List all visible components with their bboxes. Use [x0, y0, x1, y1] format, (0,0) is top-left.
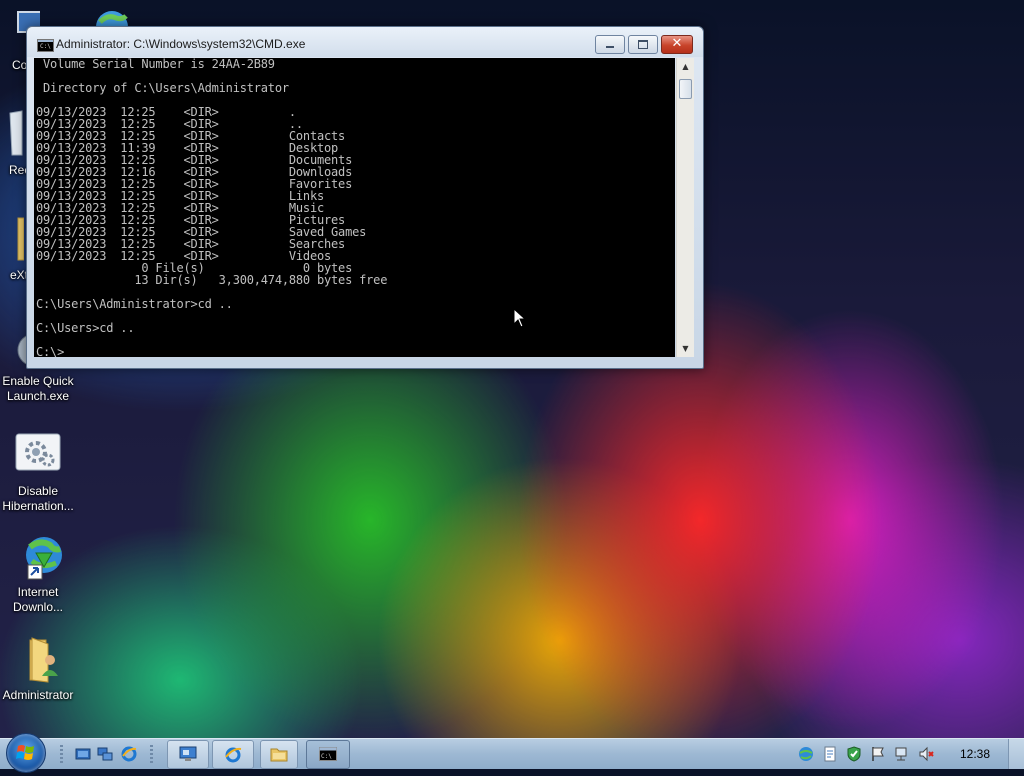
internet-download-manager-icon: [26, 537, 62, 580]
desktop-icon-label: Administrator: [2, 688, 74, 702]
security-shield-icon[interactable]: [846, 746, 862, 762]
cmd-app-icon[interactable]: C:\: [37, 39, 54, 52]
notepad-icon[interactable]: [822, 746, 838, 762]
taskbar-button-cmd[interactable]: C:\: [306, 740, 350, 769]
console-text: Volume Serial Number is 24AA-2B89 Direct…: [36, 58, 388, 357]
window-title: Administrator: C:\Windows\system32\CMD.e…: [56, 37, 306, 51]
taskbar: C:\ 12:38: [0, 733, 1024, 773]
mouse-pointer-icon: [513, 308, 527, 328]
internet-explorer-icon: [225, 747, 242, 763]
scrollbar-thumb[interactable]: [679, 79, 692, 99]
windows-logo-icon: [16, 745, 34, 760]
vertical-scrollbar[interactable]: ▲ ▼: [676, 58, 694, 357]
folder-icon: [17, 217, 25, 261]
minimize-button[interactable]: [595, 35, 625, 54]
network-icon[interactable]: [894, 746, 910, 762]
scroll-up-arrow-icon[interactable]: ▲: [677, 58, 694, 75]
svg-text:C:\: C:\: [321, 753, 332, 760]
scroll-down-arrow-icon[interactable]: ▼: [677, 340, 694, 357]
taskbar-grip[interactable]: [60, 745, 63, 763]
cmd-window[interactable]: C:\ Administrator: C:\Windows\system32\C…: [26, 26, 704, 369]
taskbar-button-windows-explorer[interactable]: [260, 740, 298, 769]
volume-muted-icon[interactable]: [918, 746, 934, 762]
minimize-icon: [606, 46, 614, 48]
recycle-bin-icon: [9, 110, 23, 156]
desktop-icon-internet-download-manager[interactable]: Internet Downlo...: [0, 533, 76, 615]
internet-explorer-icon[interactable]: [121, 746, 137, 762]
close-icon: ✕: [671, 36, 683, 51]
switch-windows-icon[interactable]: [97, 746, 113, 762]
desktop-icon-network[interactable]: [94, 6, 136, 28]
windows-explorer-icon: [270, 748, 288, 762]
desktop-icon-disable-hibernation[interactable]: Disable Hibernation...: [0, 432, 76, 514]
show-desktop-icon[interactable]: [75, 746, 91, 762]
settings-gear-icon: [15, 433, 61, 471]
maximize-button[interactable]: [628, 35, 658, 54]
desktop-icon-label: Disable Hibernation...: [2, 484, 74, 513]
user-folder-icon: [29, 637, 58, 683]
desktop-icon-administrator[interactable]: Administrator: [0, 636, 76, 703]
close-button[interactable]: ✕: [661, 35, 693, 54]
desktop-icon-label: Internet Downlo...: [12, 585, 64, 614]
desktop-icon-label: Enable Quick Launch.exe: [2, 374, 74, 403]
show-desktop-button[interactable]: [1008, 739, 1024, 769]
taskbar-clock[interactable]: 12:38: [952, 747, 998, 761]
start-button[interactable]: [6, 733, 46, 773]
action-center-flag-icon[interactable]: [870, 746, 886, 762]
network-globe-icon[interactable]: [798, 746, 814, 762]
taskbar-button-internet-explorer[interactable]: [212, 740, 254, 769]
taskbar-grip[interactable]: [150, 745, 153, 763]
remote-desktop-icon: [179, 746, 197, 761]
console-output-area[interactable]: Volume Serial Number is 24AA-2B89 Direct…: [34, 58, 675, 357]
cmd-icon: C:\: [319, 747, 337, 761]
window-titlebar[interactable]: C:\ Administrator: C:\Windows\system32\C…: [27, 27, 703, 57]
maximize-icon: [638, 40, 648, 49]
taskbar-button-remote-desktop[interactable]: [167, 740, 209, 769]
network-globe-icon: [96, 11, 128, 28]
